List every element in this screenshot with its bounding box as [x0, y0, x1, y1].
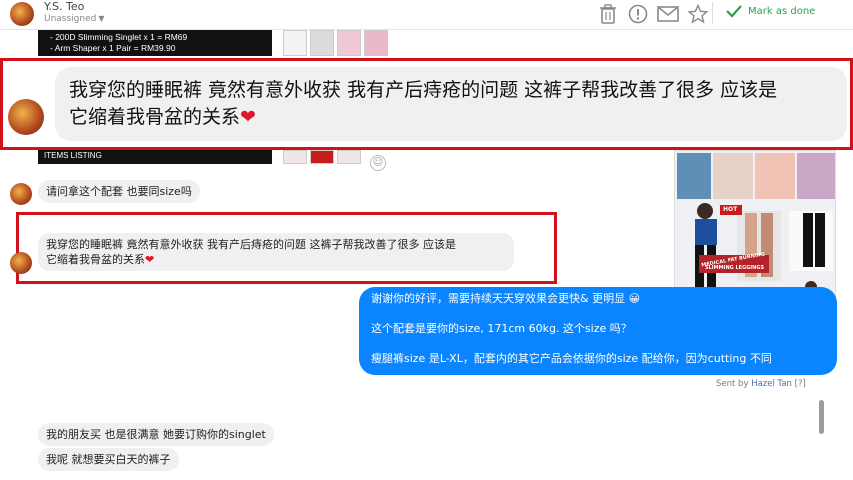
thumbnail-image[interactable] — [364, 30, 388, 56]
ad-image-bottom[interactable]: ITEMS LISTING — [38, 150, 272, 164]
ad-thumbnails-bottom — [283, 150, 361, 164]
hot-badge: HOT — [723, 206, 738, 213]
outgoing-message: 谢谢你的好评，需要持续天天穿效果会更快& 更明显 😀 这个配套是要你的size,… — [359, 287, 837, 375]
sender-avatar — [8, 99, 44, 135]
mark-as-done-label: Mark as done — [748, 5, 816, 17]
ad-listing-label: ITEMS LISTING — [44, 151, 102, 160]
trash-icon[interactable] — [596, 3, 620, 25]
sender-name[interactable]: Hazel Tan — [751, 379, 792, 389]
heart-icon: ❤ — [240, 106, 256, 128]
contact-avatar[interactable] — [10, 2, 34, 26]
scrollbar[interactable] — [819, 400, 824, 434]
thumbnail-image[interactable] — [337, 30, 361, 56]
check-icon — [726, 5, 742, 18]
message-text: 我穿您的睡眠裤 竟然有意外收获 我有产后痔疮的问题 这裤子帮我改善了很多 应该是 — [46, 238, 456, 251]
star-icon[interactable] — [686, 3, 710, 25]
conversation-header: Y.S. Teo Unassigned ▼ Mark as done — [0, 0, 853, 30]
assign-status: Unassigned — [44, 14, 97, 24]
sender-avatar — [10, 183, 32, 205]
mail-icon[interactable] — [656, 3, 680, 25]
highlighted-message-bubble: 我穿您的睡眠裤 竟然有意外收获 我有产后痔疮的问题 这裤子帮我改善了很多 应该是… — [55, 67, 847, 141]
reply-line: 谢谢你的好评，需要持续天天穿效果会更快& 更明显 😀 — [371, 292, 641, 305]
message-text-line2: 它缩着我骨盆的关系❤ — [69, 106, 256, 128]
thumbnail-image[interactable] — [310, 30, 334, 56]
smile-emoji-icon: 😀 — [628, 292, 641, 305]
assign-dropdown[interactable]: Unassigned ▼ — [44, 14, 105, 24]
incoming-message: 我穿您的睡眠裤 竟然有意外收获 我有产后痔疮的问题 这裤子帮我改善了很多 应该是… — [38, 233, 514, 271]
reply-line: 这个配套是要你的size, 171cm 60kg. 这个size 吗？ — [371, 322, 632, 335]
incoming-message: 请问拿这个配套 也要同size吗 — [38, 180, 200, 203]
thumbnail-image[interactable] — [283, 150, 307, 164]
message-text: 我穿您的睡眠裤 竟然有意外收获 我有产后痔疮的问题 这裤子帮我改善了很多 应该是 — [69, 79, 778, 101]
thumbnail-image[interactable] — [337, 150, 361, 164]
reply-line: 瘦腿裤size 是L-XL，配套内的其它产品会依据你的size 配给你，因为cu… — [371, 352, 772, 365]
thumbnail-image[interactable] — [310, 150, 334, 164]
help-link[interactable]: [?] — [795, 379, 806, 389]
alert-icon[interactable] — [626, 3, 650, 25]
chevron-down-icon: ▼ — [98, 14, 105, 23]
sender-avatar — [10, 252, 32, 274]
contact-name[interactable]: Y.S. Teo — [44, 0, 84, 13]
mark-as-done-button[interactable]: Mark as done — [726, 4, 815, 18]
header-actions — [596, 3, 710, 25]
ad-image-top[interactable]: - 200D Slimming Singlet x 1 = RM69 - Arm… — [38, 30, 272, 56]
react-emoji-icon[interactable]: ☺ — [370, 155, 386, 171]
message-text-line2: 它缩着我骨盆的关系❤ — [46, 253, 155, 266]
incoming-message: 我的朋友买 也是很满意 她要订购你的singlet — [38, 423, 274, 446]
ad-line: - Arm Shaper x 1 Pair = RM39.90 — [50, 43, 176, 53]
incoming-message: 我呢 就想要买白天的裤子 — [38, 448, 179, 471]
product-label: SLIMMING LEGGINGS — [705, 265, 765, 271]
sent-by-label: Sent by Hazel Tan [?] — [716, 379, 806, 389]
highlighted-message-box: 我穿您的睡眠裤 竟然有意外收获 我有产后痔疮的问题 这裤子帮我改善了很多 应该是… — [0, 58, 853, 150]
ad-thumbnails — [283, 30, 388, 56]
header-divider — [712, 2, 713, 24]
heart-icon: ❤ — [145, 253, 155, 266]
ad-line: - 200D Slimming Singlet x 1 = RM69 — [50, 32, 188, 42]
thumbnail-image[interactable] — [283, 30, 307, 56]
